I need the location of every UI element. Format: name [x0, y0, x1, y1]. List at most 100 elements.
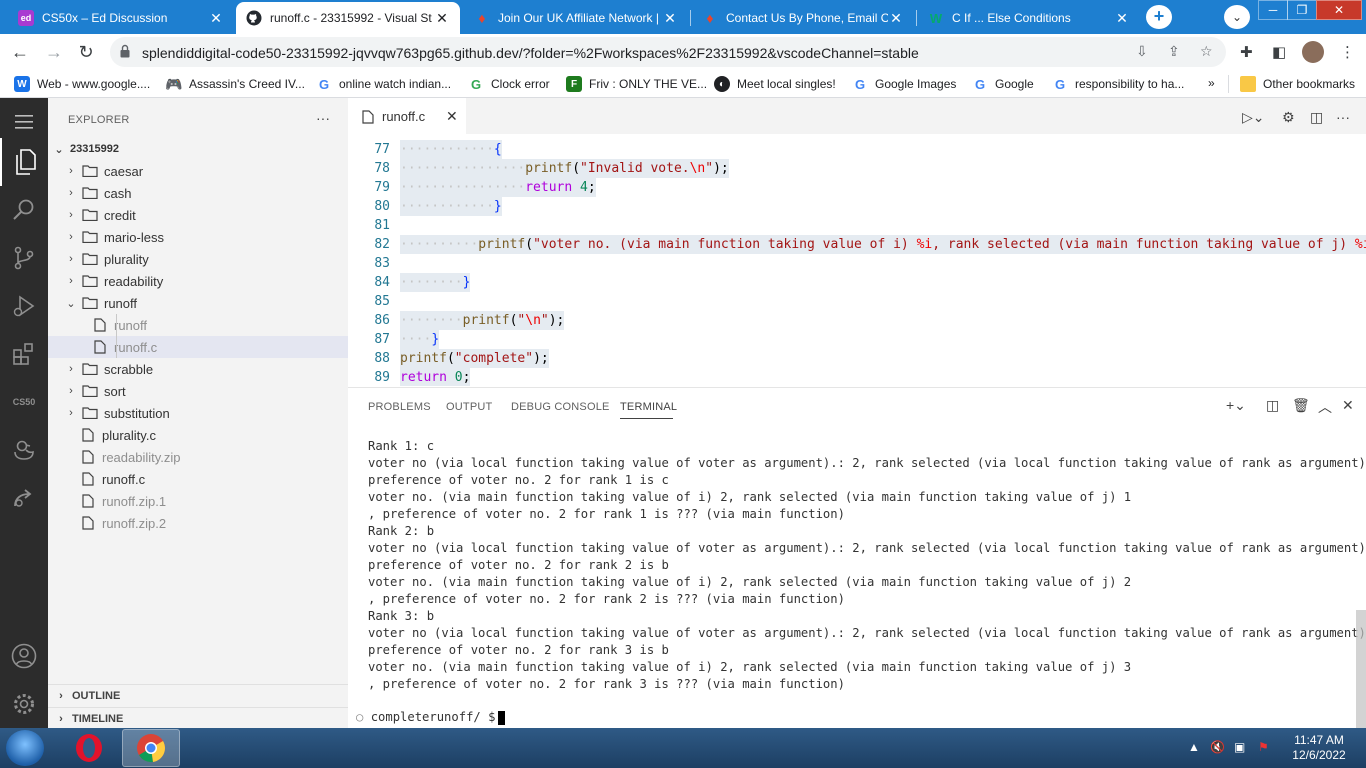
code-line[interactable]: 84 ········} — [348, 273, 1366, 292]
explorer-item[interactable]: › credit — [48, 204, 348, 226]
code-line[interactable]: 88 printf("complete"); — [348, 349, 1366, 368]
explorer-item[interactable]: runoff.c — [48, 468, 348, 490]
explorer-icon[interactable] — [0, 138, 48, 186]
code-line[interactable]: 85 — [348, 292, 1366, 311]
other-bookmarks-folder[interactable]: Other bookmarks — [1240, 76, 1355, 92]
tab-problems[interactable]: PROBLEMS — [368, 401, 431, 413]
split-terminal-icon[interactable]: ◫ — [1266, 397, 1279, 414]
power-warning-icon[interactable]: ⚑ — [1258, 740, 1269, 754]
close-tab-icon[interactable]: ✕ — [434, 10, 450, 27]
explorer-item[interactable]: › plurality — [48, 248, 348, 270]
close-panel-icon[interactable]: ✕ — [1342, 397, 1354, 414]
explorer-item[interactable]: runoff — [48, 314, 348, 336]
share-icon[interactable]: ⇪ — [1168, 43, 1180, 60]
extensions-icon[interactable]: ✚ — [1240, 43, 1253, 61]
show-hidden-icons-icon[interactable]: ▲ — [1188, 740, 1200, 754]
close-icon[interactable]: ✕ — [446, 108, 458, 125]
run-debug-icon[interactable] — [0, 282, 48, 330]
url-text[interactable]: splendiddigital-code50-23315992-jqvvqw76… — [142, 45, 919, 61]
workspace-root[interactable]: ⌄ 23315992 — [48, 138, 348, 160]
code-line[interactable]: 80 ············} — [348, 197, 1366, 216]
search-icon[interactable] — [0, 186, 48, 234]
tab-search-button[interactable]: ⌄ — [1224, 5, 1250, 29]
new-terminal-icon[interactable]: +⌄ — [1226, 397, 1246, 414]
code-line[interactable]: 89 return 0; — [348, 368, 1366, 386]
code-line[interactable]: 79 ················return 4; — [348, 178, 1366, 197]
remote-share-icon[interactable] — [0, 474, 48, 522]
start-button[interactable] — [6, 730, 44, 766]
more-actions-icon[interactable]: ··· — [1336, 109, 1350, 125]
opera-taskbar-icon[interactable] — [60, 729, 118, 767]
tab-terminal[interactable]: TERMINAL — [620, 401, 677, 413]
explorer-item[interactable]: › caesar — [48, 160, 348, 182]
back-button[interactable]: ← — [8, 40, 32, 64]
explorer-item[interactable]: runoff.zip.1 — [48, 490, 348, 512]
forward-button[interactable]: → — [42, 40, 66, 64]
volume-muted-icon[interactable]: 🔇 — [1210, 740, 1225, 754]
terminal-output[interactable]: Rank 1: c voter no (via local function ta… — [368, 438, 1366, 693]
bookmark-item[interactable]: G Clock error — [468, 76, 550, 92]
explorer-item[interactable]: plurality.c — [48, 424, 348, 446]
code-line[interactable]: 87 ····} — [348, 330, 1366, 349]
split-editor-icon[interactable]: ◫ — [1310, 109, 1323, 126]
explorer-more-actions-icon[interactable]: ··· — [316, 110, 330, 126]
tab-debug-console[interactable]: DEBUG CONSOLE — [511, 401, 610, 413]
explorer-item[interactable]: › readability — [48, 270, 348, 292]
close-tab-icon[interactable]: ✕ — [662, 10, 678, 27]
bookmark-item[interactable]: Gonline watch indian... — [316, 76, 451, 92]
explorer-item[interactable]: › scrabble — [48, 358, 348, 380]
cs50-label[interactable]: CS50 — [0, 378, 48, 426]
browser-tab-affiliate[interactable]: ♦ Join Our UK Affiliate Network | ✕ — [464, 2, 688, 34]
browser-tab-contact[interactable]: ♦ Contact Us By Phone, Email Or ✕ — [692, 2, 914, 34]
code-line[interactable]: 81 — [348, 216, 1366, 235]
source-control-icon[interactable] — [0, 234, 48, 282]
explorer-item[interactable]: › mario-less — [48, 226, 348, 248]
browser-tab-runoff[interactable]: runoff.c - 23315992 - Visual St ✕ — [236, 2, 460, 34]
chrome-menu-icon[interactable]: ⋮ — [1340, 43, 1355, 61]
new-tab-button[interactable]: + — [1146, 5, 1172, 29]
gear-icon[interactable]: ⚙ — [1282, 109, 1295, 126]
code-editor[interactable]: 77 ············{78 ················printf(… — [348, 134, 1366, 386]
close-tab-icon[interactable]: ✕ — [888, 10, 904, 27]
bookmark-item[interactable]: Gresponsibility to ha... — [1052, 76, 1184, 92]
trash-icon[interactable]: 🗑 — [1292, 397, 1310, 414]
code-line[interactable]: 78 ················printf("Invalid vote.\… — [348, 159, 1366, 178]
explorer-item[interactable]: › sort — [48, 380, 348, 402]
duck-icon[interactable] — [0, 426, 48, 474]
bookmark-item[interactable]: F Friv : ONLY THE VE... — [566, 76, 707, 92]
bookmark-item[interactable]: 🎮 Assassin's Creed IV... — [165, 76, 305, 92]
terminal-scrollbar[interactable] — [1356, 610, 1366, 728]
account-icon[interactable] — [0, 632, 48, 680]
maximize-window-icon[interactable]: ❐ — [1287, 0, 1317, 20]
code-line[interactable]: 83 — [348, 254, 1366, 273]
side-panel-icon[interactable]: ◧ — [1272, 43, 1286, 61]
extensions-icon[interactable] — [0, 330, 48, 378]
explorer-item[interactable]: runoff.zip.2 — [48, 512, 348, 534]
explorer-item[interactable]: › cash — [48, 182, 348, 204]
code-line[interactable]: 82 ··········printf("voter no. (via main … — [348, 235, 1366, 254]
bookmark-star-icon[interactable]: ☆ — [1200, 43, 1213, 60]
install-app-icon[interactable]: ⇩ — [1136, 43, 1148, 60]
minimize-window-icon[interactable]: ─ — [1258, 0, 1288, 20]
run-file-icon[interactable]: ▷⌄ — [1242, 109, 1265, 126]
maximize-panel-icon[interactable]: ︿ — [1318, 397, 1332, 417]
explorer-item[interactable]: › substitution — [48, 402, 348, 424]
bookmark-item[interactable]: W Web - www.google.... — [14, 76, 150, 92]
bookmark-item[interactable]: G Google Images — [852, 76, 956, 92]
reload-button[interactable]: ↻ — [74, 40, 98, 64]
close-tab-icon[interactable]: ✕ — [208, 10, 224, 27]
address-bar[interactable]: splendiddigital-code50-23315992-jqvvqw76… — [110, 37, 1226, 67]
system-clock[interactable]: 11:47 AM 12/6/2022 — [1284, 733, 1354, 763]
code-line[interactable]: 77 ············{ — [348, 140, 1366, 159]
terminal-prompt[interactable]: ○ completerunoff/ $ — [356, 710, 506, 725]
outline-section[interactable]: › OUTLINE — [48, 685, 348, 707]
close-window-icon[interactable]: ✕ — [1316, 0, 1362, 20]
network-icon[interactable]: ▣ — [1234, 740, 1245, 754]
settings-gear-icon[interactable] — [0, 680, 48, 728]
browser-tab-c-if-else[interactable]: W C If ... Else Conditions ✕ — [918, 2, 1140, 34]
chrome-taskbar-icon[interactable] — [122, 729, 180, 767]
explorer-item[interactable]: ⌄ runoff — [48, 292, 348, 314]
editor-tab-runoff-c[interactable]: runoff.c ✕ — [348, 98, 466, 134]
explorer-item[interactable]: runoff.c — [48, 336, 348, 358]
more-bookmarks-button[interactable]: » — [1208, 76, 1215, 90]
